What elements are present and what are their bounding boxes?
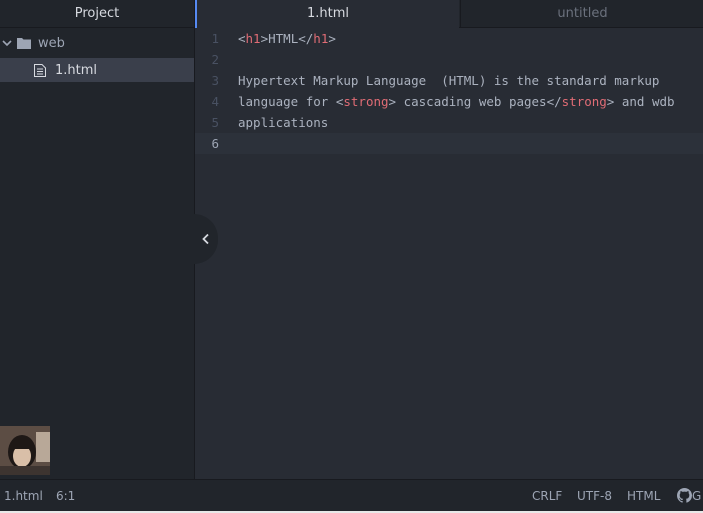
- github-label: G: [692, 489, 702, 503]
- tree-file-label: 1.html: [55, 62, 98, 78]
- project-panel-title: Project: [0, 0, 194, 28]
- avatar-image: [0, 426, 50, 475]
- status-cursor-position[interactable]: 6:1: [56, 480, 75, 512]
- tree-folder-label: web: [38, 35, 65, 51]
- editor-line: 1 <h1>HTML</h1>: [195, 28, 703, 49]
- editor-line: 2: [195, 49, 703, 70]
- status-github[interactable]: G: [677, 480, 703, 512]
- line-code: language for <strong> cascading web page…: [238, 94, 675, 109]
- line-number: 3: [211, 73, 219, 88]
- chevron-down-icon[interactable]: [2, 38, 12, 48]
- project-panel: Project web 1.html: [0, 0, 195, 479]
- atom-editor-window: Project web 1.html 1.html untitled 1 <h1…: [0, 0, 703, 513]
- editor-line: 5 applications: [195, 112, 703, 133]
- line-number: 2: [211, 52, 219, 67]
- line-number: 4: [211, 94, 219, 109]
- chevron-left-icon: [202, 233, 209, 245]
- editor-line: 3 Hypertext Markup Language (HTML) is th…: [195, 70, 703, 91]
- line-code: Hypertext Markup Language (HTML) is the …: [238, 73, 660, 88]
- file-icon: [34, 63, 46, 77]
- status-line-ending[interactable]: CRLF: [532, 480, 562, 512]
- github-icon: [677, 488, 692, 503]
- tab-bar: 1.html untitled: [195, 0, 703, 28]
- code-editor[interactable]: 1 <h1>HTML</h1> 2 3 Hypertext Markup Lan…: [195, 28, 703, 479]
- line-code: applications: [238, 115, 329, 130]
- line-number: 5: [211, 115, 219, 130]
- status-file-name[interactable]: 1.html: [4, 480, 43, 512]
- line-code: <h1>HTML</h1>: [238, 31, 336, 46]
- editor-line-cursor: 6: [195, 133, 703, 154]
- folder-icon: [17, 38, 31, 49]
- tab-untitled[interactable]: untitled: [460, 0, 703, 27]
- line-number: 1: [211, 31, 219, 46]
- status-grammar[interactable]: HTML: [627, 480, 660, 512]
- status-encoding[interactable]: UTF-8: [577, 480, 612, 512]
- tree-folder-web[interactable]: web: [0, 31, 194, 55]
- editor-line: 4 language for <strong> cascading web pa…: [195, 91, 703, 112]
- user-avatar[interactable]: [0, 426, 50, 475]
- status-bar: 1.html 6:1 CRLF UTF-8 HTML G: [0, 479, 703, 512]
- tree-file-1-html[interactable]: 1.html: [0, 58, 194, 82]
- tab-1-html[interactable]: 1.html: [195, 0, 459, 28]
- line-number: 6: [211, 136, 219, 151]
